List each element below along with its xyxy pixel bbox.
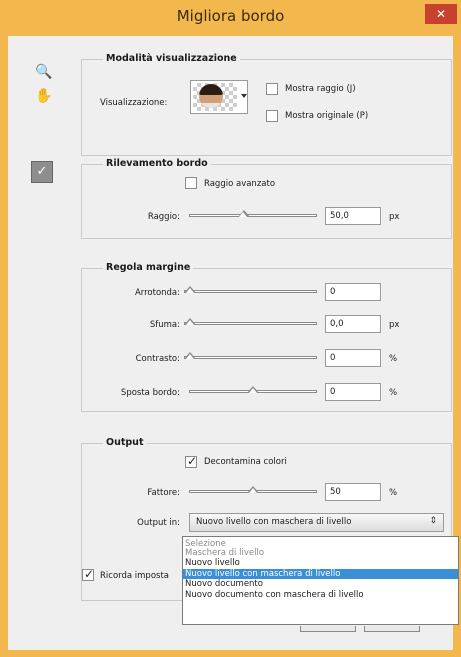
shift-edge-slider-thumb[interactable] <box>247 386 259 394</box>
adjust-edge-title: Regola margine <box>103 262 194 273</box>
smooth-slider-thumb[interactable] <box>184 286 196 294</box>
decontaminate-checkbox[interactable] <box>185 454 197 468</box>
amount-slider-thumb[interactable] <box>247 486 259 494</box>
output-to-label: Output in: <box>137 518 180 528</box>
remember-settings-checkbox[interactable] <box>82 567 94 581</box>
refine-brush-icon: ✓ <box>36 164 48 179</box>
zoom-tool-icon[interactable]: 🔍 <box>35 64 52 80</box>
amount-unit: % <box>389 488 398 498</box>
contrast-unit: % <box>389 354 398 364</box>
feather-unit: px <box>389 320 400 330</box>
dropdown-option-selection[interactable]: Selezione <box>183 537 458 549</box>
radius-unit: px <box>389 212 400 222</box>
contrast-input[interactable]: 0 <box>325 349 381 367</box>
output-to-select[interactable]: Nuovo livello con maschera di livello ⇕ <box>189 513 444 532</box>
output-to-dropdown[interactable]: Selezione Maschera di livello Nuovo live… <box>182 536 459 625</box>
ok-button[interactable] <box>300 626 356 632</box>
select-arrows-icon: ⇕ <box>429 516 437 526</box>
contrast-slider-thumb[interactable] <box>184 352 196 360</box>
hand-tool-icon[interactable]: ✋ <box>35 88 52 104</box>
smooth-label: Arrotonda: <box>134 288 180 298</box>
close-icon: ✕ <box>435 7 447 21</box>
output-to-value: Nuovo livello con maschera di livello <box>196 517 352 527</box>
window-title: Migliora bordo <box>176 7 285 25</box>
preview-thumbnail <box>199 84 223 108</box>
feather-label: Sfuma: <box>149 320 180 330</box>
dropdown-option-new-document-with-mask[interactable]: Nuovo documento con maschera di livello <box>183 590 458 601</box>
feather-slider-thumb[interactable] <box>184 318 196 326</box>
contrast-slider[interactable] <box>184 356 317 359</box>
amount-label: Fattore: <box>147 488 180 498</box>
radius-slider-thumb[interactable] <box>237 210 250 218</box>
amount-input[interactable]: 50 <box>325 483 381 501</box>
edge-detection-group <box>81 164 452 239</box>
edge-detection-title: Rilevamento bordo <box>103 158 211 169</box>
view-mode-picker[interactable] <box>190 80 248 114</box>
shift-edge-label: Sposta bordo: <box>120 388 180 398</box>
feather-input[interactable]: 0,0 <box>325 315 381 333</box>
output-title: Output <box>103 437 147 448</box>
shift-edge-input[interactable]: 0 <box>325 383 381 401</box>
dropdown-option-new-document[interactable]: Nuovo documento <box>183 579 458 590</box>
smart-radius-label: Raggio avanzato <box>204 179 276 189</box>
smooth-slider[interactable] <box>184 290 317 293</box>
contrast-label: Contrasto: <box>135 354 180 364</box>
radius-input[interactable]: 50,0 <box>325 207 381 225</box>
dropdown-option-layer-mask[interactable]: Maschera di livello <box>183 548 458 559</box>
view-mode-title: Modalità visualizzazione <box>103 53 240 64</box>
feather-slider[interactable] <box>184 322 317 325</box>
remember-settings-label: Ricorda imposta <box>100 571 170 581</box>
show-original-checkbox[interactable] <box>266 110 278 122</box>
view-label: Visualizzazione: <box>100 98 168 108</box>
radius-label: Raggio: <box>147 212 180 222</box>
close-button[interactable]: ✕ <box>425 4 457 24</box>
radius-slider[interactable] <box>189 214 317 217</box>
show-radius-label: Mostra raggio (J) <box>285 84 356 94</box>
smooth-input[interactable]: 0 <box>325 283 381 301</box>
cancel-button[interactable] <box>364 626 420 632</box>
decontaminate-label: Decontamina colori <box>204 457 287 467</box>
title-bar: Migliora bordo ✕ <box>0 0 461 36</box>
refine-radius-tool-button[interactable]: ✓ <box>31 161 53 183</box>
smart-radius-checkbox[interactable] <box>185 177 197 189</box>
dropdown-option-new-layer[interactable]: Nuovo livello <box>183 558 458 569</box>
show-radius-checkbox[interactable] <box>266 83 278 95</box>
show-original-label: Mostra originale (P) <box>285 111 369 121</box>
dropdown-option-new-layer-with-mask[interactable]: Nuovo livello con maschera di livello <box>183 568 458 579</box>
shift-edge-unit: % <box>389 388 398 398</box>
chevron-down-icon <box>241 94 247 98</box>
